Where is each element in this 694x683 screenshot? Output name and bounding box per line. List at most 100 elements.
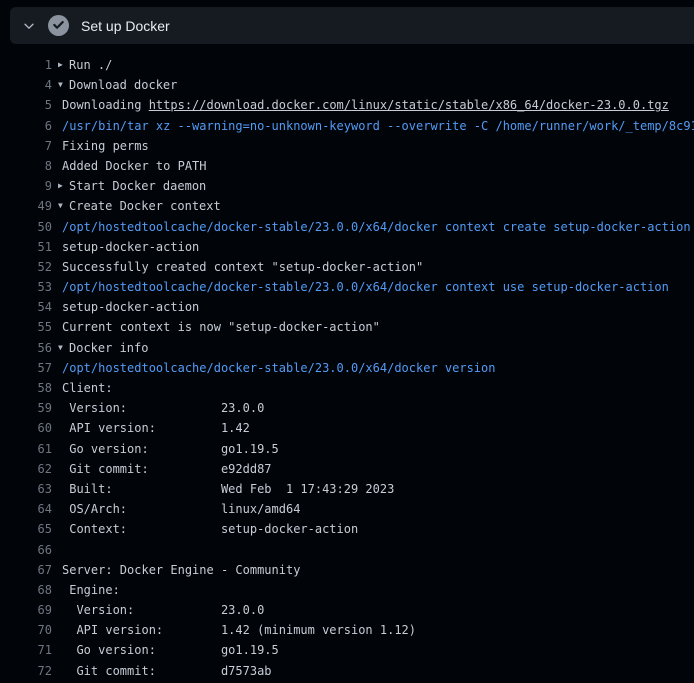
log-row: 8 Added Docker to PATH xyxy=(0,156,694,176)
log-text: Downloading https://download.docker.com/… xyxy=(58,95,694,115)
log-group-row[interactable]: 4 ▼Download docker xyxy=(0,75,694,95)
log-text: API version: 1.42 xyxy=(58,418,694,438)
log-text: Context: setup-docker-action xyxy=(58,519,694,539)
line-number[interactable]: 69 xyxy=(0,600,52,620)
triangle-expanded-icon: ▼ xyxy=(58,338,69,358)
line-number[interactable]: 58 xyxy=(0,378,52,398)
log-text: /opt/hostedtoolcache/docker-stable/23.0.… xyxy=(58,217,694,237)
log-text: Git commit: d7573ab xyxy=(58,661,694,681)
log-row: 5 Downloading https://download.docker.com… xyxy=(0,95,694,115)
log-row: 59 Version: 23.0.0 xyxy=(0,398,694,418)
check-circle-icon xyxy=(48,15,69,36)
triangle-expanded-icon: ▼ xyxy=(58,196,69,216)
log-lines: 1▶Run ./4▼Download docker5Downloading ht… xyxy=(0,44,694,681)
log-group-row[interactable]: 9▶Start Docker daemon xyxy=(0,176,694,196)
log-row: 67 Server: Docker Engine - Community xyxy=(0,560,694,580)
log-text: API version: 1.42 (minimum version 1.12) xyxy=(58,620,694,640)
log-text: Git commit: e92dd87 xyxy=(58,459,694,479)
log-row: 71 Go version: go1.19.5 xyxy=(0,640,694,660)
log-text: Go version: go1.19.5 xyxy=(58,640,694,660)
log-row: 64 OS/Arch: linux/amd64 xyxy=(0,499,694,519)
triangle-collapsed-icon: ▶ xyxy=(58,176,69,196)
line-number[interactable]: 57 xyxy=(0,358,52,378)
line-number[interactable]: 70 xyxy=(0,620,52,640)
log-group-row[interactable]: 49 ▼Create Docker context xyxy=(0,196,694,216)
log-row: 72 Git commit: d7573ab xyxy=(0,661,694,681)
group-title: Docker info xyxy=(69,341,148,355)
line-number[interactable]: 67 xyxy=(0,560,52,580)
line-number[interactable]: 64 xyxy=(0,499,52,519)
line-number[interactable]: 61 xyxy=(0,439,52,459)
log-text: /opt/hostedtoolcache/docker-stable/23.0.… xyxy=(58,358,694,378)
group-label: ▼Create Docker context xyxy=(58,196,694,216)
log-group-row[interactable]: 56 ▼Docker info xyxy=(0,338,694,358)
line-number[interactable]: 4 xyxy=(0,75,52,95)
line-number[interactable]: 54 xyxy=(0,297,52,317)
log-text: Engine: xyxy=(58,580,694,600)
line-number[interactable]: 66 xyxy=(0,540,52,560)
line-number[interactable]: 53 xyxy=(0,277,52,297)
log-row: 52 Successfully created context "setup-do… xyxy=(0,257,694,277)
log-row: 69 Version: 23.0.0 xyxy=(0,600,694,620)
group-title: Run ./ xyxy=(69,58,112,72)
chevron-down-icon[interactable] xyxy=(20,17,38,35)
group-title: Download docker xyxy=(69,78,177,92)
log-row: 68 Engine: xyxy=(0,580,694,600)
line-number[interactable]: 1 xyxy=(0,55,52,75)
log-text: Version: 23.0.0 xyxy=(58,398,694,418)
line-number[interactable]: 5 xyxy=(0,95,52,115)
log-row: 61 Go version: go1.19.5 xyxy=(0,439,694,459)
log-row: 54 setup-docker-action xyxy=(0,297,694,317)
log-text: Built: Wed Feb 1 17:43:29 2023 xyxy=(58,479,694,499)
line-number[interactable]: 8 xyxy=(0,156,52,176)
line-number[interactable]: 6 xyxy=(0,116,52,136)
log-text: setup-docker-action xyxy=(58,297,694,317)
log-text: Version: 23.0.0 xyxy=(58,600,694,620)
log-row: 58Client: xyxy=(0,378,694,398)
line-number[interactable]: 56 xyxy=(0,338,52,358)
log-row: 53/opt/hostedtoolcache/docker-stable/23.… xyxy=(0,277,694,297)
log-row: 50/opt/hostedtoolcache/docker-stable/23.… xyxy=(0,217,694,237)
line-number[interactable]: 50 xyxy=(0,217,52,237)
log-row: 66 xyxy=(0,540,694,560)
line-number[interactable]: 52 xyxy=(0,257,52,277)
log-text: Server: Docker Engine - Community xyxy=(58,560,694,580)
triangle-expanded-icon: ▼ xyxy=(58,75,69,95)
group-label: ▼Docker info xyxy=(58,338,694,358)
log-text: Successfully created context "setup-dock… xyxy=(58,257,694,277)
log-text: setup-docker-action xyxy=(58,237,694,257)
log-text xyxy=(58,540,694,560)
log-text-segment: Downloading xyxy=(62,98,149,112)
log-url-link[interactable]: https://download.docker.com/linux/static… xyxy=(149,98,669,112)
line-number[interactable]: 7 xyxy=(0,136,52,156)
step-header[interactable]: Set up Docker xyxy=(10,7,694,44)
log-row: 51 setup-docker-action xyxy=(0,237,694,257)
line-number[interactable]: 72 xyxy=(0,661,52,681)
line-number[interactable]: 51 xyxy=(0,237,52,257)
log-text: Added Docker to PATH xyxy=(58,156,694,176)
group-label: ▼Download docker xyxy=(58,75,694,95)
line-number[interactable]: 63 xyxy=(0,479,52,499)
group-title: Create Docker context xyxy=(69,199,221,213)
log-text: OS/Arch: linux/amd64 xyxy=(58,499,694,519)
line-number[interactable]: 68 xyxy=(0,580,52,600)
line-number[interactable]: 60 xyxy=(0,418,52,438)
triangle-collapsed-icon: ▶ xyxy=(58,55,69,75)
line-number[interactable]: 59 xyxy=(0,398,52,418)
line-number[interactable]: 65 xyxy=(0,519,52,539)
line-number[interactable]: 71 xyxy=(0,640,52,660)
log-row: 70 API version: 1.42 (minimum version 1.… xyxy=(0,620,694,640)
line-number[interactable]: 9 xyxy=(0,176,52,196)
log-row: 63 Built: Wed Feb 1 17:43:29 2023 xyxy=(0,479,694,499)
log-row: 6/usr/bin/tar xz --warning=no-unknown-ke… xyxy=(0,116,694,136)
line-number[interactable]: 55 xyxy=(0,317,52,337)
log-row: 55Current context is now "setup-docker-a… xyxy=(0,317,694,337)
log-text: Go version: go1.19.5 xyxy=(58,439,694,459)
log-group-row[interactable]: 1 ▶Run ./ xyxy=(0,55,694,75)
line-number[interactable]: 62 xyxy=(0,459,52,479)
log-row: 62 Git commit: e92dd87 xyxy=(0,459,694,479)
log-text: Fixing perms xyxy=(58,136,694,156)
log-row: 57/opt/hostedtoolcache/docker-stable/23.… xyxy=(0,358,694,378)
log-row: 60 API version: 1.42 xyxy=(0,418,694,438)
line-number[interactable]: 49 xyxy=(0,196,52,216)
